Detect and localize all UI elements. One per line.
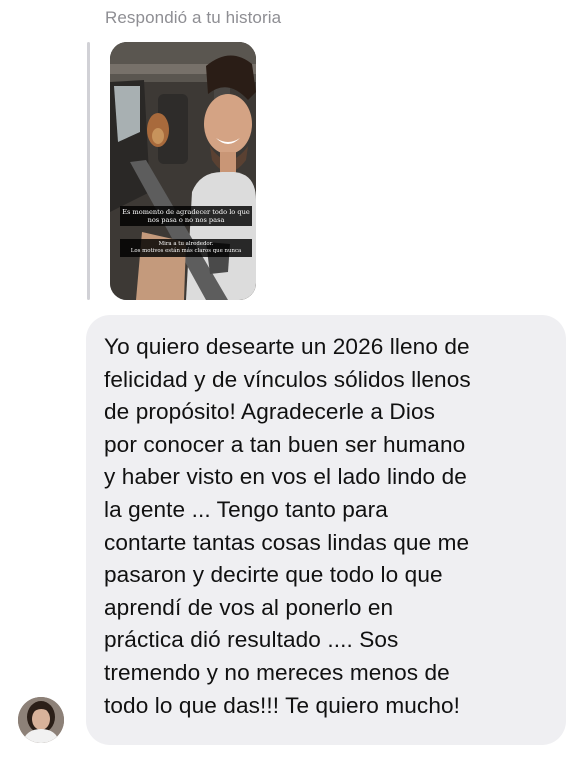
- quote-bar: [87, 42, 90, 300]
- story-caption-sub: Mira a tu alrededor. Los motivos están m…: [120, 239, 252, 257]
- reply-context-label: Respondió a tu historia: [105, 8, 282, 27]
- sender-avatar[interactable]: [18, 697, 64, 743]
- user-avatar-icon: [18, 697, 64, 743]
- message-bubble[interactable]: Yo quiero desearte un 2026 lleno de feli…: [86, 315, 566, 745]
- story-thumbnail[interactable]: Es momento de agradecer todo lo que nos …: [110, 42, 256, 300]
- message-text: Yo quiero desearte un 2026 lleno de feli…: [104, 334, 471, 718]
- story-caption-main: Es momento de agradecer todo lo que nos …: [120, 206, 252, 227]
- story-photo: [110, 42, 256, 300]
